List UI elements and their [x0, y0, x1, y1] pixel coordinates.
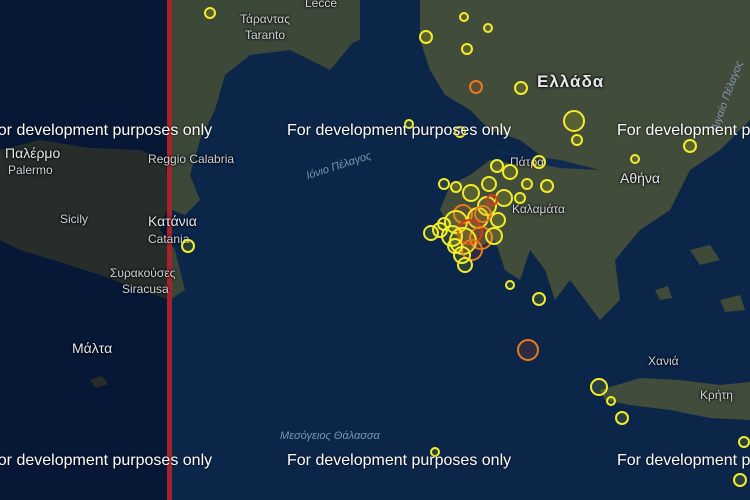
earthquake-marker[interactable]: [683, 139, 697, 153]
earthquake-marker[interactable]: [502, 164, 518, 180]
earthquake-marker[interactable]: [469, 80, 483, 94]
label-siracusa: Siracusa: [122, 282, 169, 296]
earthquake-marker[interactable]: [590, 378, 608, 396]
earthquake-marker[interactable]: [532, 155, 546, 169]
earthquake-marker[interactable]: [532, 292, 546, 306]
watermark-2: For development purposes only: [287, 122, 512, 139]
earthquake-marker[interactable]: [514, 81, 528, 95]
earthquake-marker[interactable]: [540, 179, 554, 193]
earthquake-marker[interactable]: [733, 473, 747, 487]
earthquake-marker[interactable]: [447, 238, 463, 254]
label-med-sea: Μεσόγειος Θάλασσα: [280, 430, 380, 442]
earthquake-marker[interactable]: [505, 280, 515, 290]
earthquake-marker[interactable]: [437, 217, 451, 231]
label-reggio: Reggio Calabria: [148, 152, 235, 166]
earthquake-marker[interactable]: [450, 181, 462, 193]
earthquake-marker[interactable]: [483, 23, 493, 33]
watermark-6: For development purposes only: [617, 452, 750, 469]
label-crete: Κρήτη: [700, 388, 733, 402]
label-palermo-gr: Παλέρμο: [5, 145, 61, 161]
earthquake-marker[interactable]: [630, 154, 640, 164]
label-palermo: Palermo: [8, 163, 53, 177]
earthquake-marker[interactable]: [521, 178, 533, 190]
label-greece: Ελλάδα: [537, 72, 605, 91]
earthquake-marker[interactable]: [517, 339, 539, 361]
earthquake-marker[interactable]: [462, 184, 480, 202]
earthquake-marker[interactable]: [490, 212, 506, 228]
watermark-5: For development purposes only: [287, 452, 512, 469]
earthquake-marker[interactable]: [481, 176, 497, 192]
earthquake-marker[interactable]: [615, 411, 629, 425]
earthquake-marker[interactable]: [474, 205, 492, 223]
earthquake-marker[interactable]: [438, 178, 450, 190]
watermark-3: For development purposes only: [617, 122, 750, 139]
dimmed-region: [0, 0, 167, 500]
watermark-1: For development purposes only: [0, 122, 213, 139]
label-siracusa-gr: Συρακούσες: [110, 266, 176, 280]
earthquake-marker[interactable]: [571, 134, 583, 146]
label-kalamata: Καλαμάτα: [512, 202, 565, 216]
label-catania-gr: Κατάνια: [148, 213, 197, 229]
earthquake-marker[interactable]: [563, 110, 585, 132]
earthquake-marker[interactable]: [457, 257, 473, 273]
earthquake-marker[interactable]: [606, 396, 616, 406]
earthquake-marker[interactable]: [181, 239, 195, 253]
label-athens: Αθήνα: [620, 170, 661, 186]
earthquake-marker[interactable]: [514, 192, 526, 204]
label-taranto-gr: Τάραντας: [240, 12, 291, 26]
earthquake-marker[interactable]: [423, 225, 439, 241]
earthquake-marker[interactable]: [486, 194, 498, 206]
earthquake-marker[interactable]: [738, 436, 750, 448]
boundary-divider: [167, 0, 172, 500]
label-malta: Μάλτα: [72, 340, 113, 356]
earthquake-marker[interactable]: [461, 43, 473, 55]
watermark-4: For development purposes only: [0, 452, 213, 469]
label-taranto: Taranto: [245, 28, 286, 42]
label-lecce: Lecce: [305, 0, 338, 10]
earthquake-marker[interactable]: [419, 30, 433, 44]
earthquake-marker[interactable]: [485, 227, 503, 245]
earthquake-marker[interactable]: [204, 7, 216, 19]
map-view[interactable]: Ελλάδα Αθήνα Πάτρα Καλαμάτα Τάραντας Tar…: [0, 0, 750, 500]
earthquake-marker[interactable]: [459, 12, 469, 22]
label-sicily: Sicily: [60, 212, 89, 226]
label-chania: Χανιά: [648, 354, 679, 368]
